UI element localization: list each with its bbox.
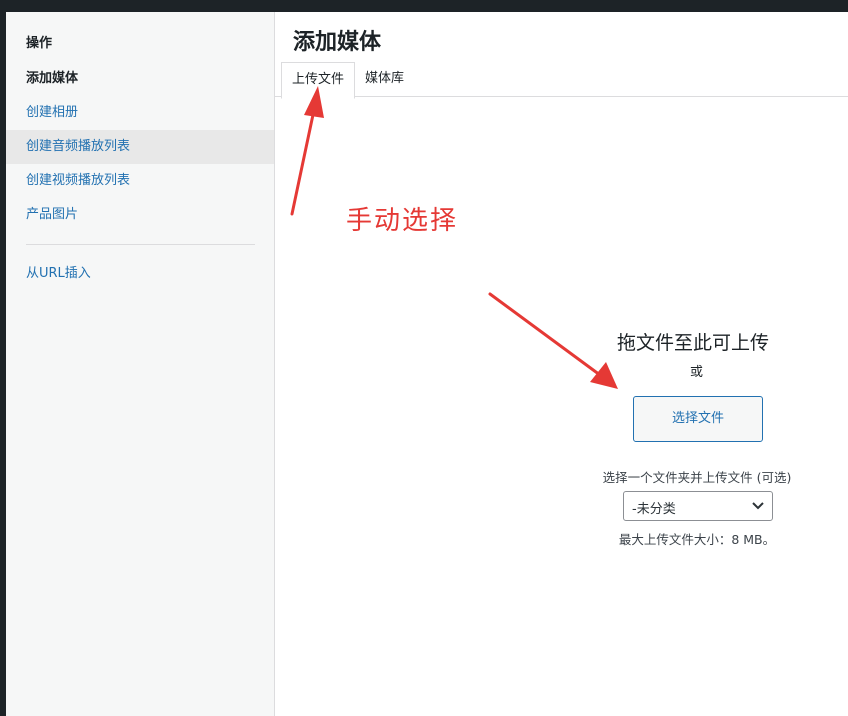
drop-files-title: 拖文件至此可上传 <box>616 332 769 354</box>
menu-item-create-video-playlist[interactable]: 创建视频播放列表 <box>6 164 274 198</box>
background: 操作 添加媒体 创建相册 创建音频播放列表 创建视频播放列表 产品图片 从URL… <box>0 0 848 716</box>
tab-media-library[interactable]: 媒体库 <box>355 62 414 96</box>
page-title: 添加媒体 <box>293 30 382 55</box>
max-upload-size-text: 最大上传文件大小：8 MB。 <box>618 532 776 547</box>
menu-separator <box>26 244 255 245</box>
annotation-text: 手动选择 <box>346 206 459 236</box>
menu-item-add-media[interactable]: 添加媒体 <box>6 62 274 96</box>
media-menu: 操作 添加媒体 创建相册 创建音频播放列表 创建视频播放列表 产品图片 从URL… <box>6 12 275 716</box>
menu-item-insert-from-url[interactable]: 从URL插入 <box>6 257 274 291</box>
admin-bar-remnant <box>0 0 848 12</box>
folder-select[interactable]: -未分类 <box>623 491 773 521</box>
tabs-divider <box>275 96 848 97</box>
menu-item-product-images[interactable]: 产品图片 <box>6 198 274 232</box>
folder-label: 选择一个文件夹并上传文件 (可选) <box>602 470 792 485</box>
or-text: 或 <box>690 365 704 380</box>
menu-item-create-audio-playlist[interactable]: 创建音频播放列表 <box>6 130 274 164</box>
menu-item-create-gallery[interactable]: 创建相册 <box>6 96 274 130</box>
select-files-button[interactable]: 选择文件 <box>633 396 763 442</box>
menu-heading: 操作 <box>26 36 53 51</box>
folder-select-value: -未分类 <box>632 502 676 517</box>
tab-upload-files[interactable]: 上传文件 <box>281 62 356 99</box>
media-modal: 操作 添加媒体 创建相册 创建音频播放列表 创建视频播放列表 产品图片 从URL… <box>6 12 848 716</box>
chevron-down-icon <box>752 502 764 510</box>
media-frame-content: 添加媒体 上传文件 媒体库 <box>275 12 848 716</box>
